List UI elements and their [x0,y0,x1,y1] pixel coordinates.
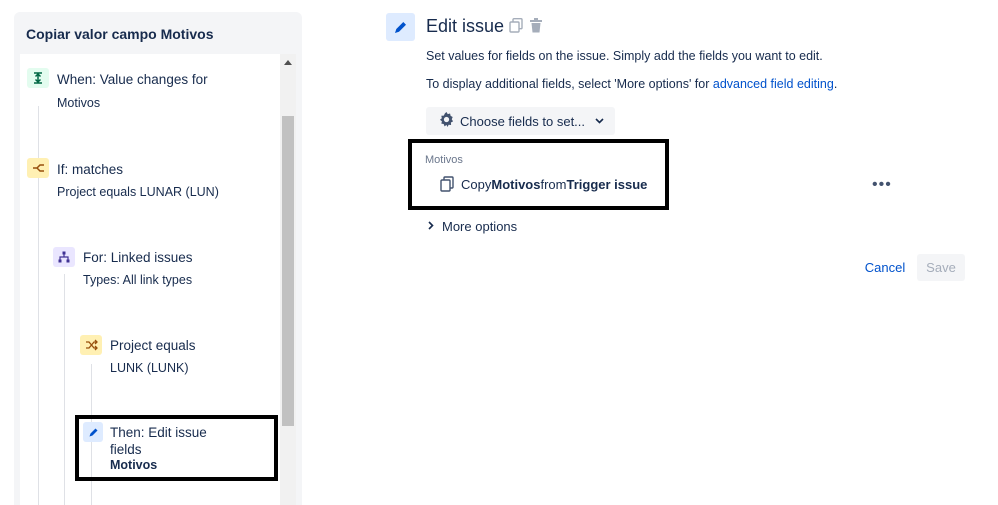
copy-icon[interactable] [509,17,523,38]
advanced-field-editing-link[interactable]: advanced field editing [713,77,834,91]
project-condition-subtitle: LUNK (LUNK) [110,361,189,375]
scroll-up-arrow-icon[interactable] [284,60,292,65]
gear-icon [439,112,454,130]
trigger-subtitle: Motivos [57,96,101,110]
trigger-title: When: Value changes for [57,72,208,87]
cancel-button[interactable]: Cancel [858,254,912,281]
branch-title: For: Linked issues [83,250,193,265]
additional-prefix: To display additional fields, select 'Mo… [426,77,713,91]
chevron-down-icon [595,116,604,127]
tree-scrollbar[interactable] [280,54,296,505]
branch-subtitle: Types: All link types [83,273,193,287]
scroll-thumb[interactable] [282,116,294,426]
additional-suffix: . [833,77,838,91]
choose-fields-button[interactable]: Choose fields to set... [426,107,615,135]
highlight-box [408,139,669,210]
rule-name: Copiar valor campo Motivos [26,26,214,42]
more-options-toggle[interactable]: More options [428,219,517,234]
hierarchy-icon [53,247,75,267]
more-options-label: More options [442,219,518,234]
additional-fields-text: To display additional fields, select 'Mo… [426,77,837,91]
description-text: Set values for fields on the issue. Simp… [426,49,823,63]
trigger-icon [27,68,49,88]
edit-issue-icon [386,13,415,41]
shuffle-icon [80,335,102,355]
more-actions-icon[interactable]: ••• [872,176,892,194]
highlight-box [75,415,278,481]
tree-connector [64,274,65,505]
save-button[interactable]: Save [917,254,965,281]
condition-branch-icon [27,158,49,178]
trash-icon[interactable] [529,18,543,38]
chevron-right-icon [428,220,434,233]
choose-fields-label: Choose fields to set... [460,113,586,129]
page-title: Edit issue [426,16,505,36]
condition-title: If: matches [57,162,124,177]
condition-subtitle: Project equals LUNAR (LUN) [57,185,219,199]
project-condition-title: Project equals [110,338,196,353]
